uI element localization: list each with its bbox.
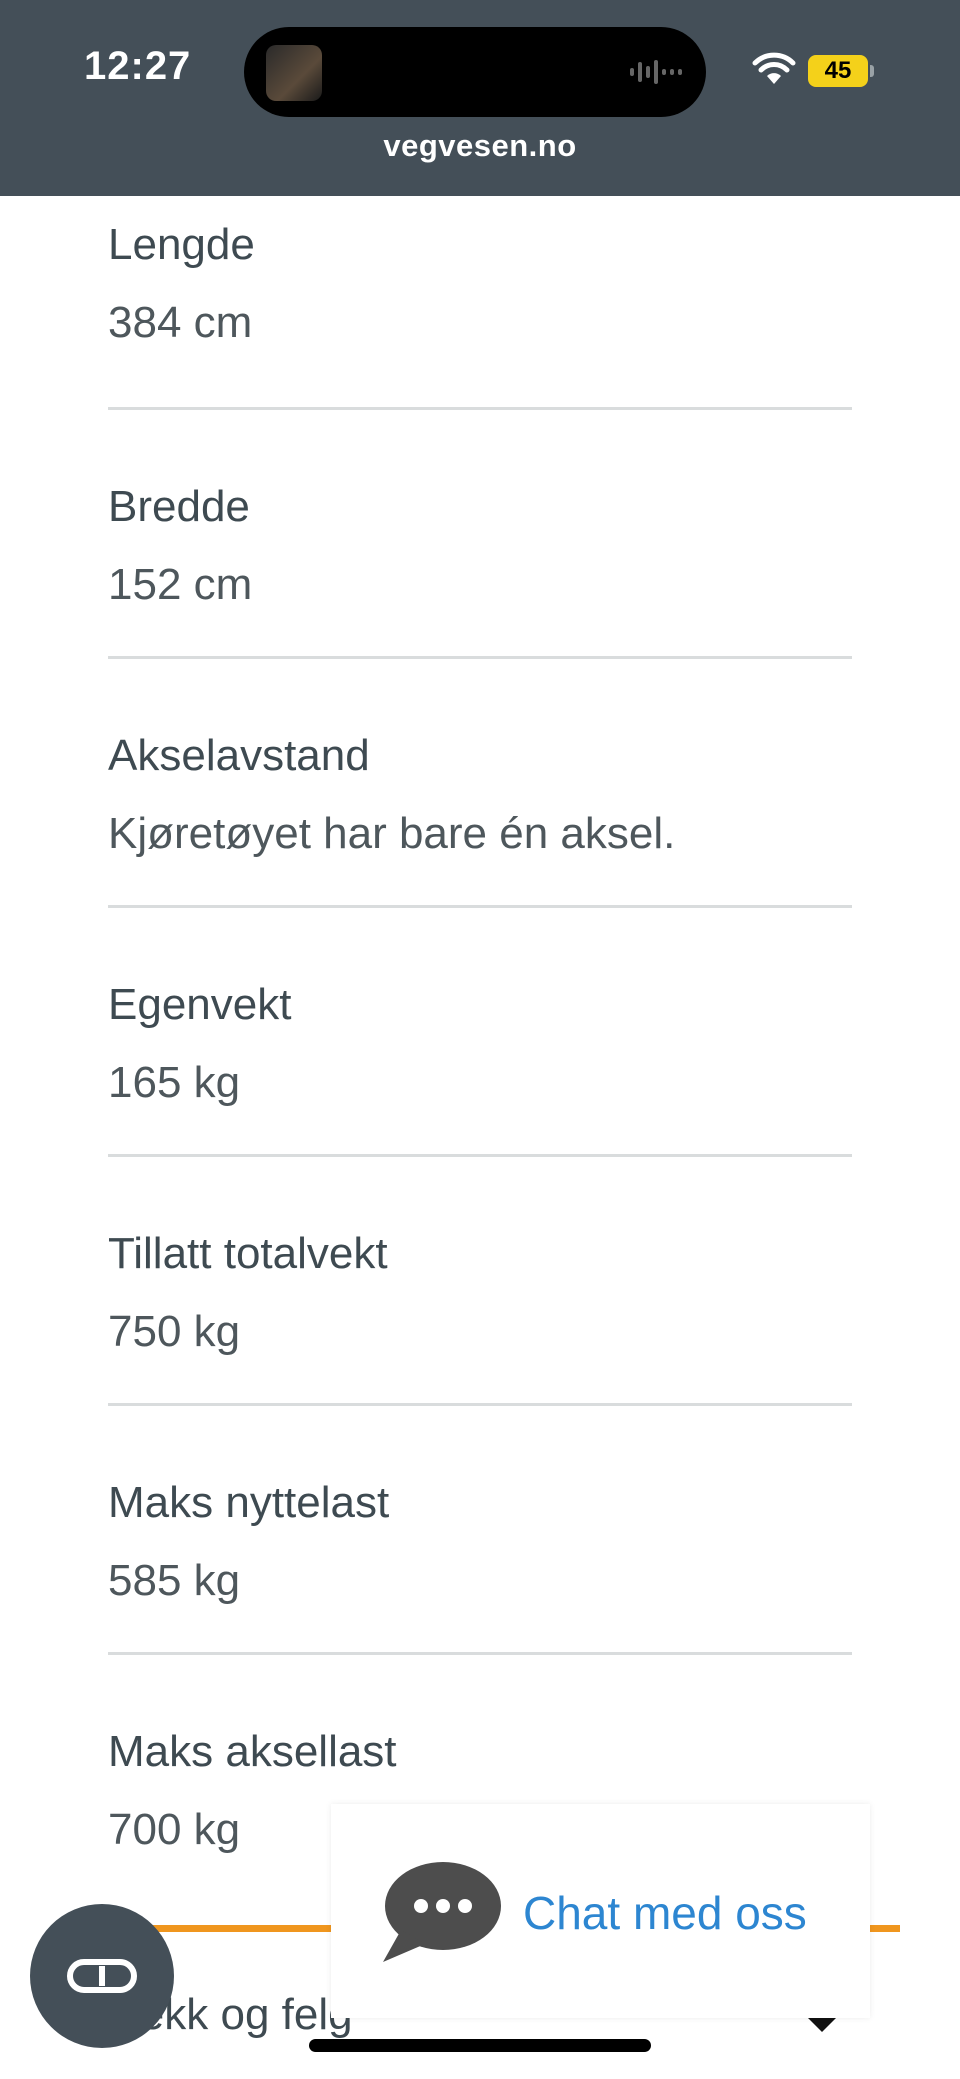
dynamic-island[interactable] — [244, 27, 706, 117]
spec-item-tillatt-totalvekt: Tillatt totalvekt 750 kg — [108, 1157, 852, 1406]
spec-label: Egenvekt — [108, 980, 292, 1029]
spec-value: 384 cm — [108, 298, 253, 347]
spec-item-maks-nyttelast: Maks nyttelast 585 kg — [108, 1406, 852, 1655]
spec-label: Maks aksellast — [108, 1727, 397, 1776]
spec-value: Kjøretøyet har bare én aksel. — [108, 809, 676, 858]
battery-indicator: 45 — [808, 55, 874, 87]
vehicle-spec-list: Lengde 384 cm Bredde 152 cm Akselavstand… — [108, 196, 852, 1935]
status-bar: 12:27 45 vegvesen.no — [0, 0, 960, 196]
audio-waveform-icon — [630, 60, 682, 84]
spec-value: 152 cm — [108, 560, 253, 609]
spec-item-bredde: Bredde 152 cm — [108, 410, 852, 659]
chat-button-label[interactable]: Chat med oss — [523, 1886, 807, 1940]
chat-widget[interactable]: Chat med oss — [331, 1804, 870, 2018]
accessibility-reader-button[interactable] — [30, 1904, 174, 2048]
spec-label: Lengde — [108, 220, 255, 269]
album-art-thumbnail — [266, 45, 322, 101]
spec-value: 165 kg — [108, 1058, 241, 1107]
spec-value: 700 kg — [108, 1805, 241, 1854]
spec-item-lengde: Lengde 384 cm — [108, 196, 852, 410]
spec-value: 750 kg — [108, 1307, 241, 1356]
home-indicator — [309, 2039, 651, 2052]
spec-label: Tillatt totalvekt — [108, 1229, 388, 1278]
spec-label: Bredde — [108, 482, 250, 531]
address-bar-url[interactable]: vegvesen.no — [0, 128, 960, 164]
spec-label: Maks nyttelast — [108, 1478, 390, 1527]
spec-label: Akselavstand — [108, 731, 370, 780]
glasses-icon — [67, 1959, 137, 1993]
chat-bubble-icon — [383, 1862, 501, 1962]
spec-value: 585 kg — [108, 1556, 241, 1605]
clock: 12:27 — [84, 44, 192, 88]
wifi-icon — [752, 52, 796, 84]
spec-item-egenvekt: Egenvekt 165 kg — [108, 908, 852, 1157]
spec-item-akselavstand: Akselavstand Kjøretøyet har bare én akse… — [108, 659, 852, 908]
